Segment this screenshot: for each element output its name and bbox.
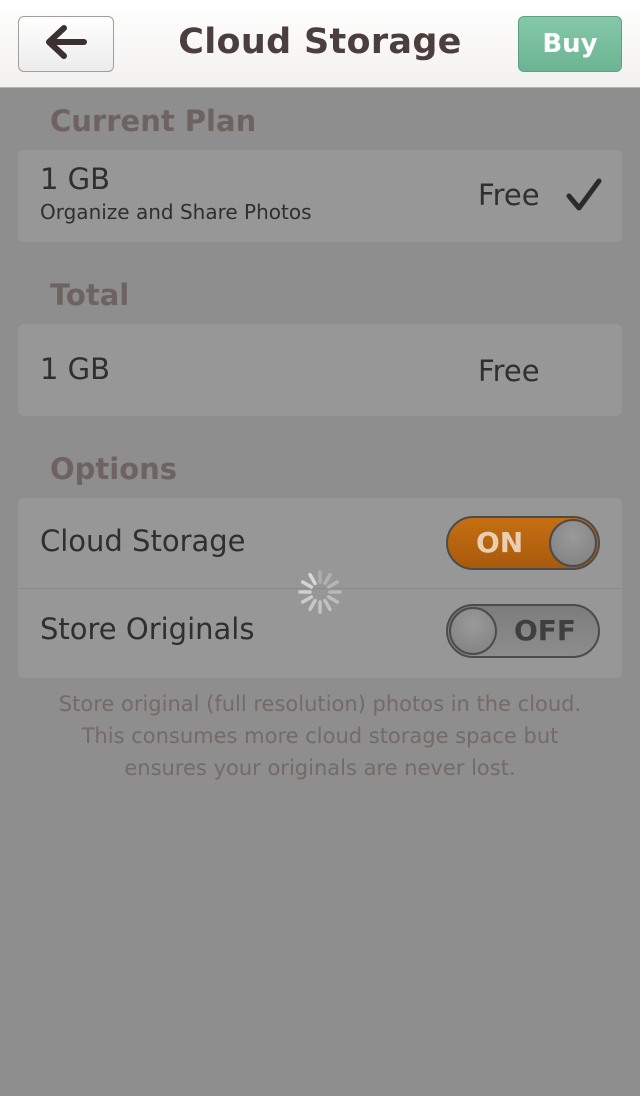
spinner-spoke <box>300 580 314 589</box>
buy-button[interactable]: Buy <box>518 16 622 72</box>
spinner-spoke <box>308 572 317 586</box>
page-title: Cloud Storage <box>178 22 462 62</box>
spinner-spoke <box>308 598 317 612</box>
store-originals-label: Store Originals <box>40 612 255 646</box>
plan-description: Organize and Share Photos <box>40 200 312 224</box>
plan-size: 1 GB <box>40 162 111 196</box>
toggle-knob <box>549 519 597 567</box>
total-heading: Total <box>50 278 130 312</box>
total-card: 1 GB Free <box>18 324 622 416</box>
back-button[interactable] <box>18 16 114 72</box>
plan-price: Free <box>478 178 540 212</box>
current-plan-card[interactable]: 1 GB Organize and Share Photos Free <box>18 150 622 242</box>
total-price: Free <box>478 354 540 388</box>
cloud-storage-toggle[interactable]: ON <box>446 516 600 570</box>
spinner-spoke <box>300 595 314 604</box>
spinner-spoke <box>326 595 340 604</box>
navigation-bar: Cloud Storage Buy <box>0 0 640 88</box>
options-heading: Options <box>50 452 178 486</box>
store-originals-toggle[interactable]: OFF <box>446 604 600 658</box>
spinner-spoke <box>323 572 332 586</box>
spinner-spoke <box>326 580 340 589</box>
current-plan-heading: Current Plan <box>50 104 257 138</box>
toggle-state-label: OFF <box>514 614 577 647</box>
loading-spinner-icon <box>298 570 342 614</box>
cloud-storage-label: Cloud Storage <box>40 524 246 558</box>
spinner-spoke <box>323 598 332 612</box>
arrow-left-icon <box>44 25 88 63</box>
total-size: 1 GB <box>40 352 111 386</box>
checkmark-icon <box>566 178 602 216</box>
toggle-state-label: ON <box>476 526 524 559</box>
toggle-knob <box>449 607 497 655</box>
store-originals-footnote: Store original (full resolution) photos … <box>58 692 582 780</box>
